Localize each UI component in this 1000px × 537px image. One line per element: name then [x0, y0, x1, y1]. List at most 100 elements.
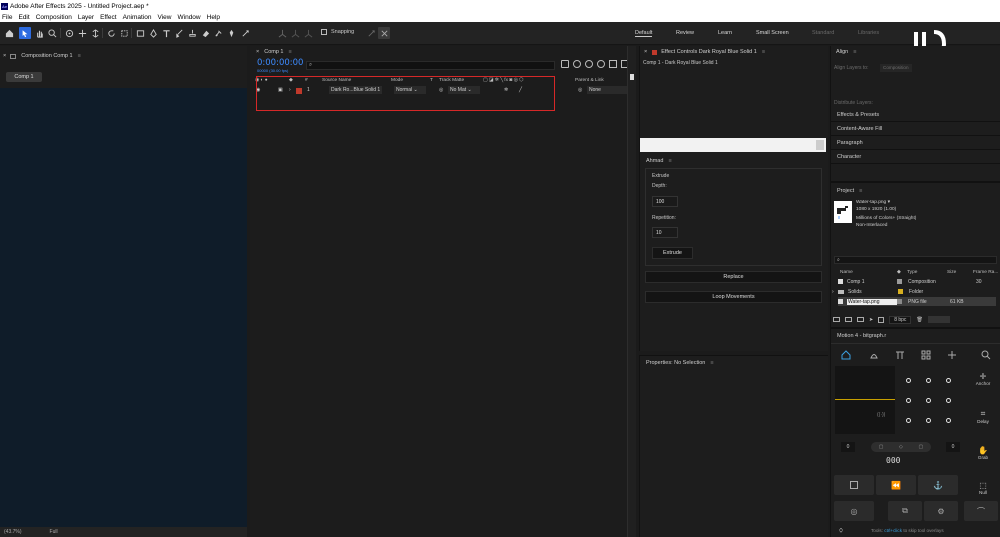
motion-ink-icon[interactable] — [869, 350, 879, 360]
parent-select[interactable]: None — [587, 86, 627, 94]
ease-in-field[interactable]: 0 — [841, 442, 855, 452]
anchor-dot-tl[interactable] — [906, 378, 911, 383]
eraser-tool-icon[interactable] — [199, 27, 211, 39]
menu-window[interactable]: Window — [175, 14, 204, 21]
menu-help[interactable]: Help — [204, 14, 223, 21]
depth-field[interactable]: 100 — [652, 196, 678, 207]
world-axis-mode-icon[interactable] — [289, 27, 301, 39]
settings-icon[interactable]: ⛭ — [839, 528, 843, 534]
pan-camera-icon[interactable] — [76, 27, 88, 39]
pickwhip-icon[interactable]: ◎ — [578, 87, 582, 93]
dropdown-arrow-icon[interactable]: ▾ — [888, 200, 890, 205]
puppet-pin-extra-icon[interactable] — [239, 27, 251, 39]
scrollbar-thumb[interactable] — [816, 140, 824, 150]
anchor-dot-ml[interactable] — [906, 398, 911, 403]
column-size[interactable]: Size — [947, 270, 956, 275]
lock-icon[interactable] — [10, 53, 17, 59]
brush-tool-icon[interactable] — [173, 27, 185, 39]
replace-button[interactable]: Replace — [645, 271, 822, 283]
interpret-footage-icon[interactable] — [833, 317, 840, 322]
menu-file[interactable]: File — [0, 14, 15, 21]
workspace-learn[interactable]: Learn — [718, 30, 732, 36]
close-icon[interactable]: × — [3, 53, 6, 59]
anchor-point-tool-icon[interactable] — [118, 27, 130, 39]
grab-button[interactable]: ✋ Grab — [969, 446, 997, 476]
motion-action-4[interactable]: ◎ — [834, 501, 874, 521]
delete-icon[interactable]: 🗑 — [916, 317, 922, 323]
dolly-camera-icon[interactable] — [89, 27, 101, 39]
rectangle-tool-icon[interactable] — [134, 27, 146, 39]
rotate-tool-icon[interactable] — [105, 27, 117, 39]
project-row-water-tap[interactable]: Water-tap.png PNG file 61 KB — [838, 297, 996, 306]
effect-controls-title[interactable]: Effect Controls Dark Royal Blue Solid 1 — [661, 49, 757, 55]
extrude-button[interactable]: Extrude — [652, 247, 693, 259]
timeline-tab[interactable]: Comp 1 — [264, 49, 283, 55]
frame-blending-icon[interactable] — [597, 60, 605, 68]
motion-action-5[interactable]: ⧉ — [888, 501, 922, 521]
resolution-select[interactable]: Full — [50, 529, 58, 535]
motion-action-2[interactable]: ⏪ — [876, 475, 916, 495]
render-queue-icon[interactable]: ➤ — [869, 317, 873, 323]
anchor-dot-tc[interactable] — [926, 378, 931, 383]
draft-3d-icon[interactable] — [573, 60, 581, 68]
puppet-pin-tool-icon[interactable] — [225, 27, 237, 39]
project-title[interactable]: Project — [837, 188, 854, 194]
zoom-tool-icon[interactable] — [46, 27, 58, 39]
bit-depth-button[interactable]: 8 bpc — [889, 315, 912, 324]
column-name[interactable]: Name — [840, 270, 853, 275]
align-title[interactable]: Align — [836, 49, 848, 55]
snapping-toggle[interactable]: Snapping — [321, 29, 354, 35]
new-composition-icon[interactable] — [857, 317, 864, 322]
composition-viewer[interactable] — [0, 88, 247, 527]
view-axis-mode-icon[interactable] — [302, 27, 314, 39]
zoom-level[interactable]: (43.7%) — [4, 529, 22, 535]
motion-move-icon[interactable] — [947, 350, 957, 360]
character-panel[interactable]: Character — [831, 151, 1000, 164]
snap-features-icon[interactable] — [378, 27, 390, 39]
panel-menu-icon[interactable]: ≡ — [859, 188, 862, 194]
project-row-solids[interactable]: › Solids Folder — [832, 287, 998, 296]
workspace-default[interactable]: Default — [635, 30, 653, 37]
orbit-camera-icon[interactable] — [63, 27, 75, 39]
ease-handle-left-icon[interactable]: ▢ — [879, 444, 884, 450]
menu-composition[interactable]: Composition — [33, 14, 75, 21]
roto-brush-tool-icon[interactable] — [212, 27, 224, 39]
close-icon[interactable]: × — [256, 49, 259, 55]
type-tool-icon[interactable] — [160, 27, 172, 39]
project-footer-slider[interactable] — [927, 316, 950, 323]
snap-edges-icon[interactable] — [365, 27, 377, 39]
anchor-dot-bc[interactable] — [926, 418, 931, 423]
workspace-small-screen[interactable]: Small Screen — [756, 30, 789, 36]
motion-grid-icon[interactable] — [921, 350, 931, 360]
effects-presets-panel[interactable]: Effects & Presets — [831, 109, 1000, 122]
motion-action-3[interactable]: ⚓ — [918, 475, 958, 495]
paragraph-panel[interactable]: Paragraph — [831, 137, 1000, 150]
comp-tab[interactable]: Comp 1 — [6, 72, 42, 82]
content-aware-fill-panel[interactable]: Content-Aware Fill — [831, 123, 1000, 136]
workspace-libraries[interactable]: Libraries — [858, 30, 879, 36]
menu-effect[interactable]: Effect — [97, 14, 120, 21]
anchor-button[interactable]: ✛ Anchor — [969, 372, 997, 402]
composition-panel-title[interactable]: Composition Comp 1 — [21, 53, 72, 59]
clone-stamp-tool-icon[interactable] — [186, 27, 198, 39]
anchor-dot-mr[interactable] — [946, 398, 951, 403]
home-icon[interactable] — [3, 27, 15, 39]
column-type[interactable]: Type — [907, 270, 917, 275]
comp-flowchart-icon[interactable] — [561, 60, 569, 68]
snapping-checkbox[interactable] — [321, 29, 327, 35]
selection-tool-icon[interactable] — [19, 27, 31, 39]
shy-layers-icon[interactable] — [585, 60, 593, 68]
new-folder-icon[interactable] — [845, 317, 852, 322]
delay-button[interactable]: ⌗ Delay — [969, 409, 997, 439]
motion-search-icon[interactable] — [981, 350, 991, 360]
ease-slider[interactable]: ▢ ◇ ▢ — [871, 442, 931, 452]
project-settings-icon[interactable] — [878, 316, 885, 323]
menu-view[interactable]: View — [155, 14, 175, 21]
motion-action-7[interactable]: ⌒ — [964, 501, 998, 521]
time-ruler-strip[interactable] — [627, 46, 636, 537]
column-frame-rate[interactable]: Frame Ra... — [973, 270, 998, 275]
timeline-search-input[interactable]: ⌕ — [306, 61, 555, 70]
motion-arch-icon[interactable] — [895, 350, 905, 360]
ease-handle-mid-icon[interactable]: ◇ — [899, 444, 903, 450]
panel-menu-icon[interactable]: ≡ — [288, 49, 291, 55]
